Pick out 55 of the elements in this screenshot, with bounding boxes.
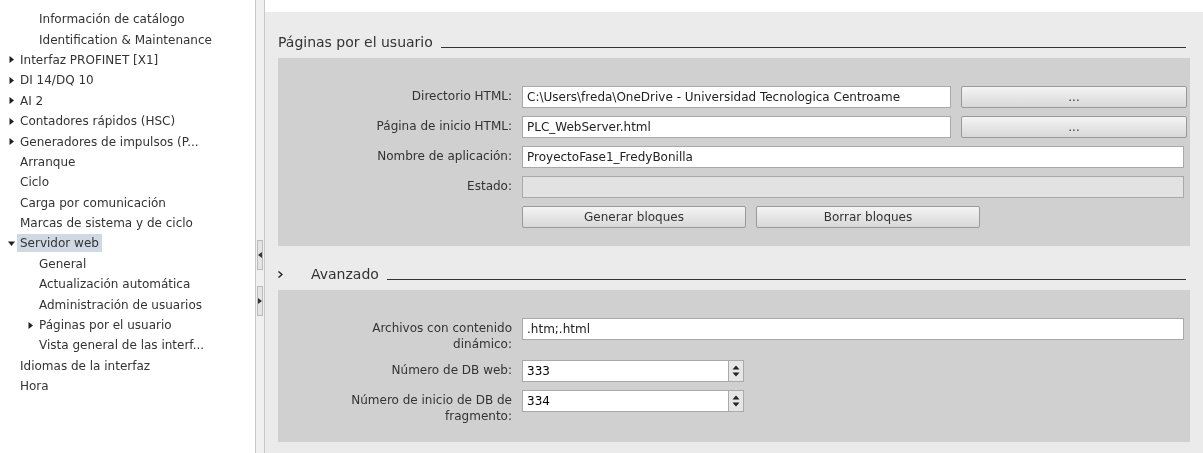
collapse-right-button[interactable] xyxy=(257,286,263,316)
tree-item[interactable]: Interfaz PROFINET [X1] xyxy=(17,50,162,69)
collapsed-arrow-icon[interactable] xyxy=(26,321,34,329)
action-button[interactable]: Generar bloques xyxy=(522,206,746,228)
collapsed-arrow-icon[interactable] xyxy=(7,76,15,84)
tree-item[interactable]: AI 2 xyxy=(17,91,47,110)
field-label: Número de inicio de DB de fragmento: xyxy=(350,392,512,424)
browse-button[interactable]: ... xyxy=(961,116,1187,138)
field-label: Directorio HTML: xyxy=(410,88,512,104)
triangle-right-icon xyxy=(258,298,262,304)
section-title: Avanzado xyxy=(311,264,379,284)
field-label: Archivos con contenido dinámico: xyxy=(371,320,512,352)
text-field[interactable]: PLC_WebServer.html xyxy=(522,116,951,138)
browse-button[interactable]: ... xyxy=(961,86,1187,108)
collapse-left-button[interactable] xyxy=(257,240,263,270)
tree-item[interactable]: Arranque xyxy=(17,152,79,171)
text-field[interactable]: .htm;.html xyxy=(522,318,1184,340)
collapsed-arrow-icon[interactable] xyxy=(7,56,15,64)
expanded-arrow-icon[interactable] xyxy=(7,240,15,247)
tree-item[interactable]: Actualización automática xyxy=(36,275,194,294)
tree-item[interactable]: Administración de usuarios xyxy=(36,295,205,314)
field-label: Estado: xyxy=(466,178,512,194)
text-field[interactable]: C:\Users\freda\OneDrive - Universidad Tecnologica Centroame xyxy=(522,86,951,108)
collapsed-arrow-icon[interactable] xyxy=(7,117,15,125)
collapsed-arrow-icon[interactable] xyxy=(7,97,15,105)
tree-item[interactable]: General xyxy=(36,254,90,273)
text-field[interactable]: ProyectoFase1_FredyBonilla xyxy=(522,146,1184,168)
tree-item[interactable]: Carga por comunicación xyxy=(17,193,169,212)
number-field[interactable]: 333 xyxy=(522,360,728,382)
collapsed-arrow-icon[interactable] xyxy=(7,138,15,146)
tree-item[interactable]: Contadores rápidos (HSC) xyxy=(17,112,179,131)
spin-button[interactable] xyxy=(728,360,744,382)
tree-item[interactable]: Hora xyxy=(17,377,52,396)
tree-item[interactable]: Marcas de sistema y de ciclo xyxy=(17,214,196,233)
tree-item[interactable]: Generadores de impulsos (P... xyxy=(17,132,202,151)
tree-item[interactable]: Idiomas de la interfaz xyxy=(17,356,154,375)
up-down-arrows-icon xyxy=(732,365,740,377)
section-title: Páginas por el usuario xyxy=(278,32,433,52)
action-button[interactable]: Borrar bloques xyxy=(756,206,980,228)
tree-item[interactable]: Ciclo xyxy=(17,173,52,192)
text-field[interactable] xyxy=(522,176,1184,198)
field-label: Número de DB web: xyxy=(390,362,512,378)
triangle-left-icon xyxy=(258,252,262,258)
spin-button[interactable] xyxy=(728,390,744,412)
tree-item[interactable]: DI 14/DQ 10 xyxy=(17,71,97,90)
field-label: Página de inicio HTML: xyxy=(375,118,512,134)
tree-item[interactable]: Servidor web xyxy=(17,234,102,253)
tree-item[interactable]: Páginas por el usuario xyxy=(36,316,175,335)
tree-item[interactable]: Identification & Maintenance xyxy=(36,30,215,49)
tree-item[interactable]: Información de catálogo xyxy=(36,10,188,29)
field-label: Nombre de aplicación: xyxy=(376,148,512,164)
tree-item[interactable]: Vista general de las interf... xyxy=(36,336,208,355)
up-down-arrows-icon xyxy=(732,395,740,407)
chevron-right-icon[interactable] xyxy=(278,270,283,278)
number-field[interactable]: 334 xyxy=(522,390,728,412)
